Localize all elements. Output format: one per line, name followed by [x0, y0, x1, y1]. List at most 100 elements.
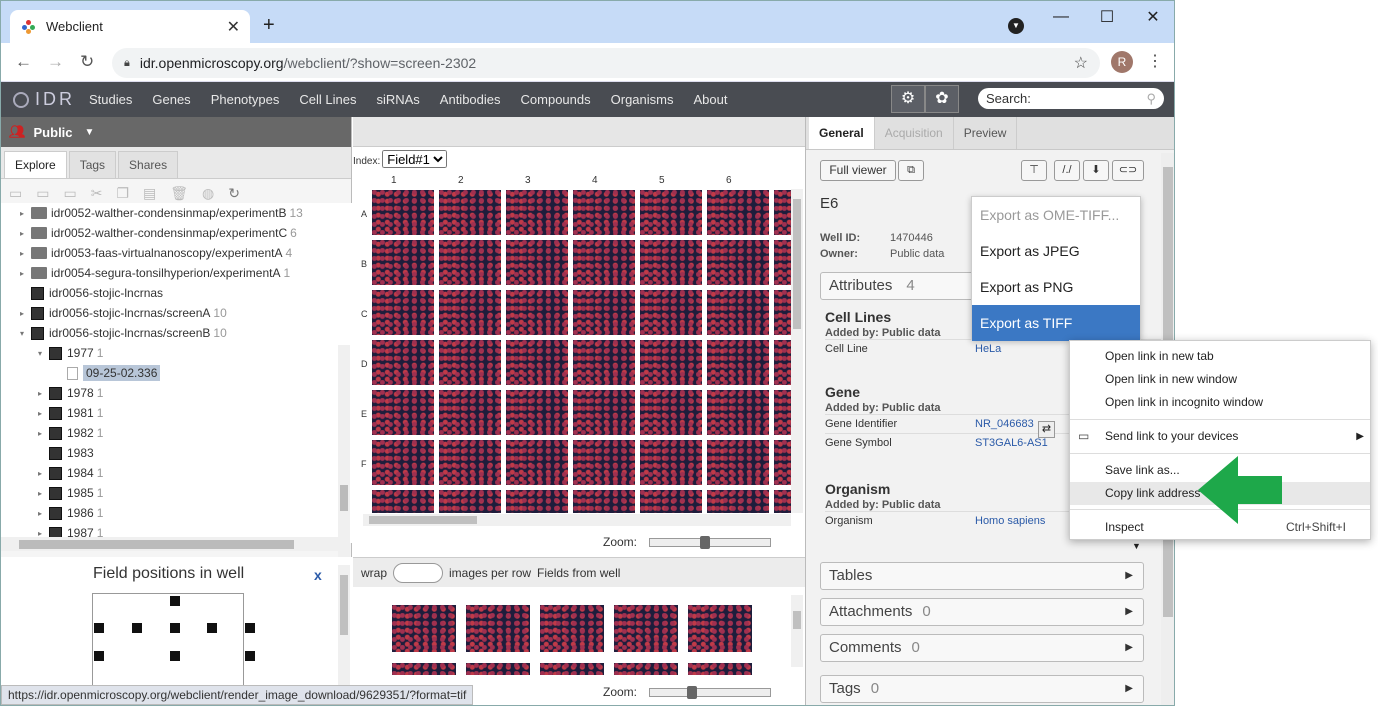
user-selector[interactable]: 👥︎ Public ▼ — [1, 117, 351, 147]
chevron-down-icon[interactable]: ▼ — [85, 127, 95, 138]
section-tags[interactable]: Tags 0 ▶ — [820, 675, 1144, 703]
tab-shares[interactable]: Shares — [118, 151, 179, 178]
export-jpeg-item[interactable]: Export as JPEG — [972, 233, 1140, 269]
expand-arrow-icon[interactable]: ▸ — [35, 469, 45, 478]
tree-node[interactable]: ▸ 1986 1 — [1, 503, 352, 523]
well-thumbnail[interactable] — [371, 489, 435, 513]
tab-explore[interactable]: Explore — [4, 151, 67, 178]
search-input[interactable]: Search: ⚲ — [978, 88, 1164, 109]
expand-arrow-icon[interactable]: ▸ — [35, 409, 45, 418]
zoom-slider[interactable] — [649, 685, 772, 699]
well-thumbnail[interactable] — [706, 289, 770, 336]
zoom-slider-handle[interactable] — [700, 535, 711, 549]
field-marker[interactable] — [170, 623, 180, 633]
maximize-icon[interactable]: ☐ — [1084, 7, 1130, 27]
well-thumbnail[interactable] — [773, 389, 791, 436]
tree-node[interactable]: ▸ 1982 1 — [1, 423, 352, 443]
download-icon[interactable]: ⬇ — [1083, 160, 1109, 181]
tree-node[interactable]: ▸ idr0056-stojic-lncrnas/screenA 10 — [1, 303, 352, 323]
export-ome-tiff-item[interactable]: Export as OME-TIFF... — [972, 197, 1140, 233]
well-thumbnail[interactable] — [438, 339, 502, 386]
field-marker[interactable] — [94, 651, 104, 661]
nav-compounds[interactable]: Compounds — [521, 92, 591, 107]
plate-vertical-scrollbar[interactable] — [791, 189, 803, 513]
field-thumbnail[interactable] — [614, 605, 678, 652]
field-thumbnail[interactable] — [614, 663, 678, 675]
well-thumbnail[interactable] — [371, 389, 435, 436]
well-thumbnail[interactable] — [572, 239, 636, 286]
idr-logo[interactable]: IDR — [13, 89, 75, 110]
new-project-icon[interactable]: ▭ — [36, 185, 49, 202]
well-thumbnail[interactable] — [572, 389, 636, 436]
nav-organisms[interactable]: Organisms — [611, 92, 674, 107]
well-thumbnail[interactable] — [371, 289, 435, 336]
well-thumbnail[interactable] — [639, 189, 703, 236]
well-thumbnail[interactable] — [706, 439, 770, 486]
nav-sirnas[interactable]: siRNAs — [376, 92, 419, 107]
well-thumbnail[interactable] — [371, 439, 435, 486]
tree-node[interactable]: idr0056-stojic-lncrnas — [1, 283, 352, 303]
well-thumbnail[interactable] — [371, 339, 435, 386]
expand-arrow-icon[interactable]: ▸ — [17, 249, 27, 258]
expand-arrow-icon[interactable]: ▾ — [35, 349, 45, 358]
well-thumbnail[interactable] — [706, 189, 770, 236]
zoom-slider[interactable] — [649, 535, 772, 549]
nav-about[interactable]: About — [693, 92, 727, 107]
nav-studies[interactable]: Studies — [89, 92, 132, 107]
tree-node[interactable]: 09-25-02.336 — [1, 363, 352, 383]
field-thumbnail[interactable] — [392, 663, 456, 675]
well-thumbnail[interactable] — [505, 239, 569, 286]
field-thumbnail[interactable] — [392, 605, 456, 652]
well-thumbnail[interactable] — [706, 489, 770, 513]
well-thumbnail[interactable] — [438, 289, 502, 336]
nav-phenotypes[interactable]: Phenotypes — [211, 92, 280, 107]
expand-arrow-icon[interactable]: ▶ — [1125, 563, 1133, 589]
tree-node[interactable]: ▸ 1985 1 — [1, 483, 352, 503]
well-thumbnail[interactable] — [773, 189, 791, 236]
tree-node[interactable]: ▸ 1981 1 — [1, 403, 352, 423]
tree-node[interactable]: ▸ idr0053-faas-virtualnanoscopy/experimen… — [1, 243, 352, 263]
open-link-new-tab-item[interactable]: Open link in new tab — [1070, 345, 1370, 368]
section-attachments[interactable]: Attachments 0 ▶ — [820, 598, 1144, 626]
well-thumbnail[interactable] — [773, 339, 791, 386]
well-thumbnail[interactable] — [505, 289, 569, 336]
well-thumbnail[interactable] — [706, 389, 770, 436]
well-thumbnail[interactable] — [505, 489, 569, 513]
nav-cell-lines[interactable]: Cell Lines — [299, 92, 356, 107]
well-thumbnail[interactable] — [706, 339, 770, 386]
delete-icon[interactable]: 🗑︎ — [170, 185, 188, 202]
expand-arrow-icon[interactable]: ▾ — [17, 329, 27, 338]
tree-node[interactable]: ▸ idr0054-segura-tonsilhyperion/experimen… — [1, 263, 352, 283]
path-link-icon[interactable]: /./ — [1054, 160, 1080, 181]
paste-icon[interactable]: ▤ — [143, 185, 156, 202]
send-link-devices-item[interactable]: ▭ Send link to your devices ▶ — [1070, 425, 1370, 448]
field-marker[interactable] — [245, 623, 255, 633]
new-tab-button[interactable]: + — [263, 14, 275, 37]
well-thumbnail[interactable] — [773, 489, 791, 513]
section-tables[interactable]: Tables ▶ — [820, 562, 1144, 590]
minimize-icon[interactable]: — — [1038, 8, 1084, 26]
tab-general[interactable]: General — [809, 117, 875, 149]
thumbs-scrollbar[interactable] — [791, 595, 803, 667]
well-thumbnail[interactable] — [572, 489, 636, 513]
zoom-slider-handle[interactable] — [687, 685, 698, 699]
expand-arrow-icon[interactable]: ▶ — [1125, 676, 1133, 702]
profile-avatar[interactable]: R — [1111, 51, 1133, 73]
full-viewer-button[interactable]: Full viewer — [820, 160, 896, 181]
expand-arrow-icon[interactable]: ▸ — [17, 269, 27, 278]
well-thumbnail[interactable] — [572, 439, 636, 486]
back-icon[interactable]: ← — [15, 52, 32, 72]
bookmark-star-icon[interactable]: ☆ — [1074, 53, 1088, 73]
field-panel-scrollbar[interactable] — [338, 565, 350, 687]
field-marker[interactable] — [207, 623, 217, 633]
well-thumbnail[interactable] — [438, 189, 502, 236]
field-marker[interactable] — [132, 623, 142, 633]
images-per-row-input[interactable] — [393, 562, 444, 583]
expand-arrow-icon[interactable]: ▸ — [17, 209, 27, 218]
expand-arrow-icon[interactable]: ▸ — [35, 509, 45, 518]
hierarchy-icon[interactable]: ⊤ — [1021, 160, 1047, 181]
annotation-value-link[interactable]: NR_046683 — [975, 415, 1034, 433]
expand-arrow-icon[interactable]: ▸ — [17, 309, 27, 318]
well-thumbnail[interactable] — [639, 439, 703, 486]
close-tab-icon[interactable]: ✕ — [227, 17, 240, 37]
